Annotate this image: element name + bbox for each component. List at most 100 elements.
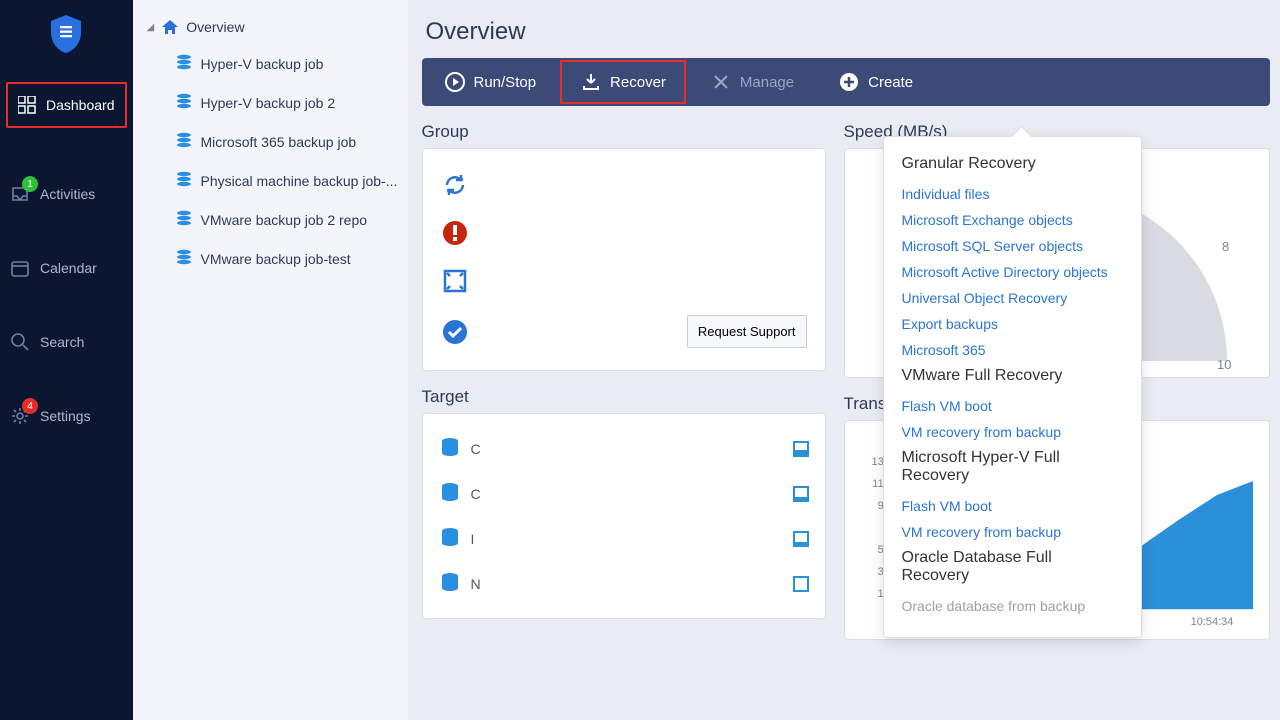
chevron-down-icon: ◢: [147, 22, 155, 33]
target-label: N: [471, 576, 481, 592]
tree-item[interactable]: Hyper-V backup job 2: [139, 83, 402, 122]
alert-icon: [441, 219, 469, 247]
svg-text:10: 10: [1217, 357, 1231, 371]
dropdown-link[interactable]: Export backups: [902, 311, 1123, 337]
btn-label: Run/Stop: [474, 74, 537, 91]
target-row: C: [435, 471, 813, 516]
grid-icon: [18, 96, 36, 114]
dropdown-link[interactable]: Microsoft 365: [902, 337, 1123, 363]
target-row: C: [435, 426, 813, 471]
stack-icon: [175, 248, 193, 269]
tree-item[interactable]: Physical machine backup job-...: [139, 161, 402, 200]
recover-button[interactable]: Recover: [560, 60, 686, 104]
nav-rail: Dashboard 1 Activities Calendar Search 4…: [0, 0, 133, 720]
tree-item-label: Physical machine backup job-...: [201, 173, 398, 189]
main-area: Overview Run/Stop Recover Manage Create: [408, 0, 1280, 720]
recover-dropdown: Granular RecoveryIndividual filesMicroso…: [883, 136, 1142, 638]
group-panel: Request Support: [422, 148, 826, 371]
dropdown-section-title: Granular Recovery: [902, 155, 1123, 173]
nav-label: Dashboard: [46, 97, 115, 113]
tree-item-label: Hyper-V backup job: [201, 56, 324, 72]
dropdown-link[interactable]: Microsoft Active Directory objects: [902, 259, 1123, 285]
download-icon: [580, 71, 602, 93]
expand-icon: [441, 267, 469, 295]
nav-activities[interactable]: 1 Activities: [0, 172, 133, 216]
check-circle-icon: [441, 318, 469, 346]
app-logo: [0, 14, 133, 54]
nav-calendar[interactable]: Calendar: [0, 246, 133, 290]
svg-text:10:54:34: 10:54:34: [1190, 616, 1233, 628]
btn-label: Manage: [740, 74, 794, 91]
group-row-failed: [435, 209, 813, 257]
action-toolbar: Run/Stop Recover Manage Create: [422, 58, 1270, 106]
dropdown-section-title: Oracle Database Full Recovery: [902, 549, 1123, 585]
badge: 1: [22, 176, 38, 192]
tree-item-label: Hyper-V backup job 2: [201, 95, 336, 111]
stack-icon: [175, 53, 193, 74]
tree-root-label: Overview: [186, 19, 244, 35]
stack-icon: [175, 131, 193, 152]
nav-dashboard[interactable]: Dashboard: [6, 82, 127, 128]
database-icon: [439, 571, 461, 596]
stack-icon: [175, 170, 193, 191]
tree-item-label: VMware backup job 2 repo: [201, 212, 368, 228]
target-panel-title: Target: [422, 387, 826, 407]
run-stop-button[interactable]: Run/Stop: [422, 58, 559, 106]
target-label: C: [471, 441, 481, 457]
job-tree: ◢ Overview Hyper-V backup job Hyper-V bac…: [133, 0, 408, 720]
page-title: Overview: [426, 18, 1266, 46]
manage-button[interactable]: Manage: [688, 58, 816, 106]
target-panel: CCIN: [422, 413, 826, 619]
target-row: I: [435, 516, 813, 561]
group-row-ok: Request Support: [435, 305, 813, 358]
dropdown-link[interactable]: Universal Object Recovery: [902, 285, 1123, 311]
btn-label: Recover: [610, 74, 666, 91]
nav-label: Settings: [40, 408, 91, 424]
usage-indicator: [793, 531, 809, 547]
dropdown-link[interactable]: VM recovery from backup: [902, 419, 1123, 445]
database-icon: [439, 526, 461, 551]
dropdown-link[interactable]: Flash VM boot: [902, 393, 1123, 419]
nav-search[interactable]: Search: [0, 320, 133, 364]
stack-icon: [175, 92, 193, 113]
play-icon: [444, 71, 466, 93]
tree-item[interactable]: VMware backup job-test: [139, 239, 402, 278]
tools-icon: [710, 71, 732, 93]
dropdown-link[interactable]: Individual files: [902, 181, 1123, 207]
svg-text:8: 8: [1222, 239, 1229, 254]
tree-item[interactable]: Hyper-V backup job: [139, 44, 402, 83]
usage-indicator: [793, 576, 809, 592]
database-icon: [439, 481, 461, 506]
plus-circle-icon: [838, 71, 860, 93]
refresh-icon: [441, 171, 469, 199]
nav-label: Calendar: [40, 260, 97, 276]
usage-indicator: [793, 441, 809, 457]
calendar-icon: [10, 258, 30, 278]
stack-icon: [175, 209, 193, 230]
tree-item[interactable]: Microsoft 365 backup job: [139, 122, 402, 161]
dropdown-link[interactable]: Flash VM boot: [902, 493, 1123, 519]
btn-label: Create: [868, 74, 913, 91]
database-icon: [439, 436, 461, 461]
dropdown-link[interactable]: VM recovery from backup: [902, 519, 1123, 545]
request-support-button[interactable]: Request Support: [687, 315, 807, 348]
group-row-running: [435, 161, 813, 209]
create-button[interactable]: Create: [816, 58, 935, 106]
dropdown-section-title: Microsoft Hyper-V Full Recovery: [902, 449, 1123, 485]
home-icon: [160, 18, 180, 36]
nav-settings[interactable]: 4 Settings: [0, 394, 133, 438]
nav-label: Search: [40, 334, 84, 350]
dropdown-link: Oracle database from backup: [902, 593, 1123, 619]
group-row-expand: [435, 257, 813, 305]
badge: 4: [22, 398, 38, 414]
tree-item[interactable]: VMware backup job 2 repo: [139, 200, 402, 239]
target-row: N: [435, 561, 813, 606]
dropdown-link[interactable]: Microsoft Exchange objects: [902, 207, 1123, 233]
search-icon: [10, 332, 30, 352]
tree-root[interactable]: ◢ Overview: [139, 10, 402, 44]
dropdown-link[interactable]: Microsoft SQL Server objects: [902, 233, 1123, 259]
usage-indicator: [793, 486, 809, 502]
group-panel-title: Group: [422, 122, 826, 142]
nav-label: Activities: [40, 186, 95, 202]
dropdown-section-title: VMware Full Recovery: [902, 367, 1123, 385]
